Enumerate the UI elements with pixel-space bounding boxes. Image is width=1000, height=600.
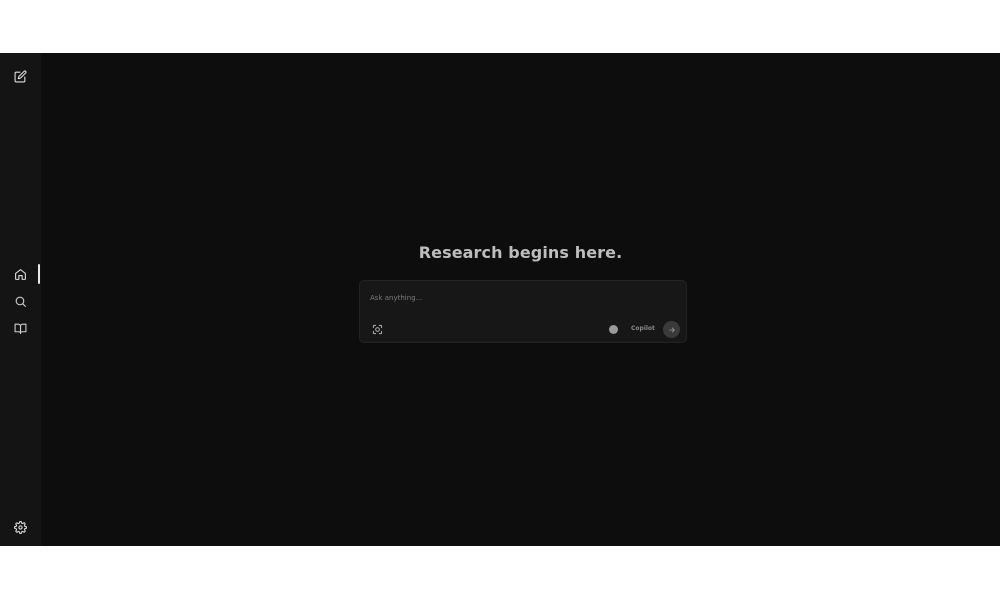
active-indicator bbox=[38, 264, 40, 284]
page-title: Research begins here. bbox=[418, 243, 623, 262]
copilot-toggle[interactable] bbox=[609, 325, 618, 334]
app-window: Research begins here. Copilot bbox=[0, 53, 1000, 546]
sidebar-item-discover[interactable] bbox=[11, 292, 29, 310]
edit-icon bbox=[14, 69, 27, 82]
new-thread-button[interactable] bbox=[11, 67, 29, 85]
home-icon bbox=[14, 268, 26, 280]
sidebar-item-library[interactable] bbox=[11, 319, 29, 337]
arrow-right-icon bbox=[668, 327, 675, 332]
search-icon bbox=[15, 296, 26, 307]
sidebar-item-home[interactable] bbox=[11, 265, 29, 283]
book-open-icon bbox=[14, 323, 26, 334]
main-content: Research begins here. Copilot bbox=[41, 53, 1000, 546]
ask-input[interactable] bbox=[370, 291, 670, 305]
send-button[interactable] bbox=[663, 321, 680, 338]
search-composer: Copilot bbox=[359, 280, 687, 343]
copilot-label: Copilot bbox=[631, 325, 655, 332]
settings-button[interactable] bbox=[11, 518, 29, 536]
focus-icon bbox=[372, 324, 382, 334]
focus-button[interactable] bbox=[371, 323, 383, 335]
gear-icon bbox=[13, 520, 27, 534]
sidebar bbox=[0, 53, 41, 546]
